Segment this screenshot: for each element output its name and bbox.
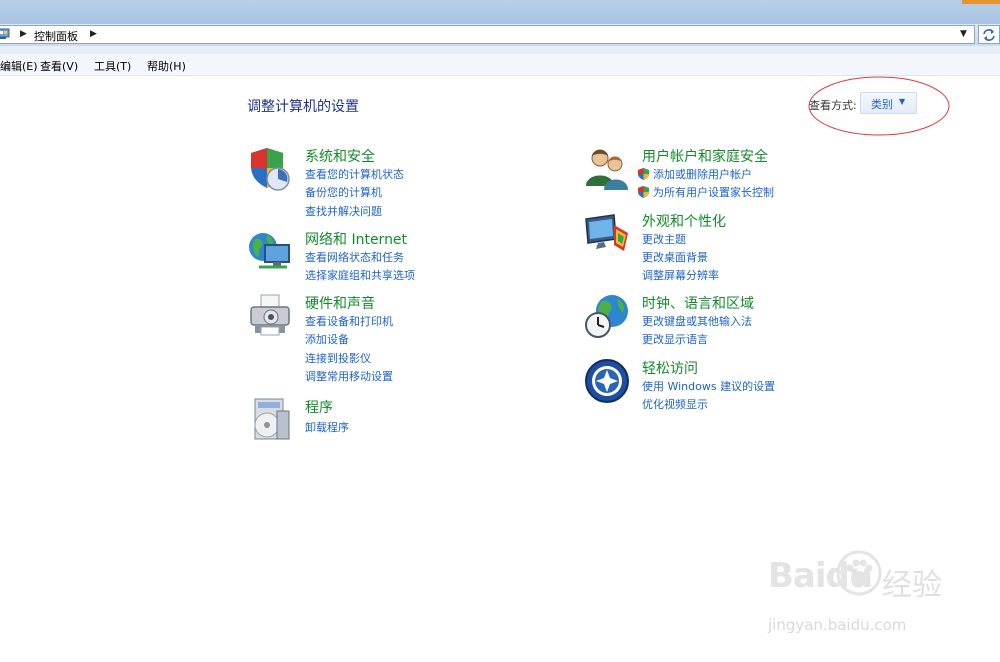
category-title[interactable]: 用户帐户和家庭安全 xyxy=(642,146,768,166)
link-label: 为所有用户设置家长控制 xyxy=(653,186,774,199)
refresh-icon xyxy=(983,29,995,41)
link-troubleshoot[interactable]: 查找并解决问题 xyxy=(305,203,382,219)
menu-view[interactable]: 查看(V) xyxy=(40,58,78,74)
address-bar[interactable]: ▶ 控制面板 ▶ ▼ xyxy=(0,25,975,44)
printer-icon xyxy=(250,294,290,336)
category-title[interactable]: 网络和 Internet xyxy=(305,229,407,249)
link-parental-controls[interactable]: 为所有用户设置家长控制 xyxy=(638,184,774,200)
link-network-status[interactable]: 查看网络状态和任务 xyxy=(305,249,404,265)
menu-edit[interactable]: 编辑(E) xyxy=(0,58,38,74)
window-title-bar xyxy=(0,0,1000,24)
link-optimize-display[interactable]: 优化视频显示 xyxy=(642,396,708,412)
link-view-computer-status[interactable]: 查看您的计算机状态 xyxy=(305,166,404,182)
link-recommended-settings[interactable]: 使用 Windows 建议的设置 xyxy=(642,378,775,394)
address-row: ▶ 控制面板 ▶ ▼ xyxy=(0,24,1000,46)
uac-shield-icon xyxy=(638,168,649,180)
breadcrumb-chevron-icon[interactable]: ▶ xyxy=(90,29,97,39)
toolbar-spacer xyxy=(0,46,1000,54)
watermark-url: jingyan.baidu.com xyxy=(768,616,907,634)
security-shield-icon xyxy=(251,148,290,191)
menu-bar: 编辑(E) 查看(V) 工具(T) 帮助(H) xyxy=(0,54,1000,76)
control-panel-icon xyxy=(0,28,10,39)
link-homegroup-sharing[interactable]: 选择家庭组和共享选项 xyxy=(305,267,415,283)
close-button-edge[interactable] xyxy=(962,0,1000,4)
paw-icon xyxy=(836,550,882,596)
ease-of-access-icon xyxy=(585,359,629,403)
link-connect-projector[interactable]: 连接到投影仪 xyxy=(305,350,371,366)
address-dropdown-icon[interactable]: ▼ xyxy=(960,29,967,39)
annotation-ellipse xyxy=(808,76,950,136)
menu-tools[interactable]: 工具(T) xyxy=(94,58,131,74)
clock-globe-icon xyxy=(585,295,628,338)
category-title[interactable]: 时钟、语言和区域 xyxy=(642,293,754,313)
category-title[interactable]: 外观和个性化 xyxy=(642,211,726,231)
link-screen-resolution[interactable]: 调整屏幕分辨率 xyxy=(642,267,719,283)
refresh-button[interactable] xyxy=(978,25,1000,44)
menu-help[interactable]: 帮助(H) xyxy=(147,58,186,74)
category-title[interactable]: 系统和安全 xyxy=(305,146,375,166)
link-add-remove-users[interactable]: 添加或删除用户帐户 xyxy=(638,166,752,182)
link-add-device[interactable]: 添加设备 xyxy=(305,331,349,347)
category-title[interactable]: 程序 xyxy=(305,397,333,417)
link-uninstall-program[interactable]: 卸载程序 xyxy=(305,419,349,435)
link-display-language[interactable]: 更改显示语言 xyxy=(642,331,708,347)
category-title[interactable]: 硬件和声音 xyxy=(305,293,375,313)
uac-shield-icon xyxy=(638,186,649,198)
page-title: 调整计算机的设置 xyxy=(247,99,359,115)
link-change-background[interactable]: 更改桌面背景 xyxy=(642,249,708,265)
programs-disc-icon xyxy=(254,398,290,440)
category-title[interactable]: 轻松访问 xyxy=(642,358,698,378)
appearance-monitor-icon xyxy=(585,214,628,251)
users-icon xyxy=(586,149,628,190)
link-change-keyboard[interactable]: 更改键盘或其他输入法 xyxy=(642,313,752,329)
link-change-theme[interactable]: 更改主题 xyxy=(642,231,686,247)
baidu-watermark: Baidu 经验 jingyan.baidu.com xyxy=(768,550,942,634)
link-backup-computer[interactable]: 备份您的计算机 xyxy=(305,184,382,200)
network-globe-icon xyxy=(249,233,290,269)
watermark-text: 经验 xyxy=(882,568,942,603)
link-label: 添加或删除用户帐户 xyxy=(653,168,752,181)
breadcrumb-control-panel[interactable]: 控制面板 xyxy=(34,28,78,44)
link-devices-printers[interactable]: 查看设备和打印机 xyxy=(305,313,393,329)
link-mobility-settings[interactable]: 调整常用移动设置 xyxy=(305,368,393,384)
breadcrumb-separator-icon[interactable]: ▶ xyxy=(20,29,27,39)
